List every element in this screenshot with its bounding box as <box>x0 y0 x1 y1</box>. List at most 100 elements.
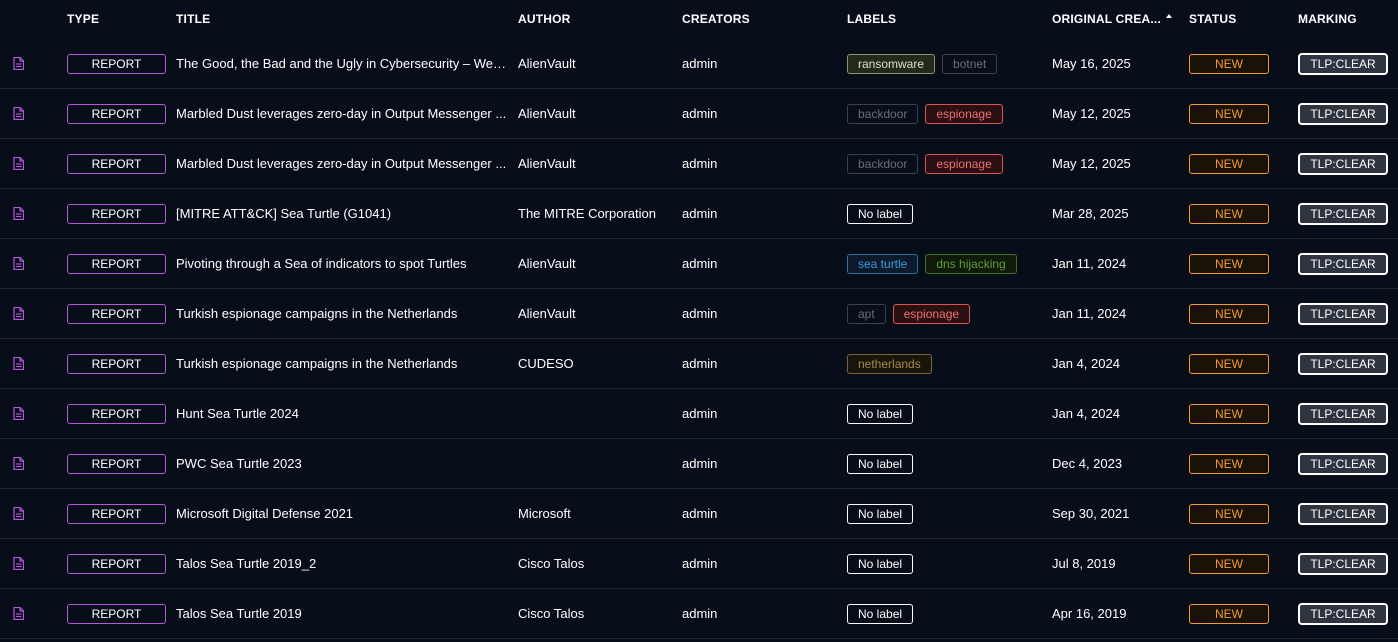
table-row[interactable]: REPORT The Good, the Bad and the Ugly in… <box>0 39 1398 89</box>
report-creator: admin <box>682 156 718 171</box>
sort-ascending-icon[interactable] <box>1166 14 1172 18</box>
column-header-type[interactable]: TYPE <box>67 12 99 26</box>
label-chip: No label <box>847 404 914 424</box>
column-header-status[interactable]: STATUS <box>1189 12 1236 26</box>
original-creation-date: Jan 4, 2024 <box>1052 356 1120 371</box>
report-author: The MITRE Corporation <box>518 206 656 221</box>
table-header: TYPE TITLE AUTHOR CREATORS LABELS ORIGIN… <box>0 0 1398 38</box>
report-creator: admin <box>682 356 718 371</box>
status-badge: NEW <box>1189 54 1269 74</box>
report-title: Talos Sea Turtle 2019_2 <box>176 556 317 571</box>
label-chip: apt <box>847 304 886 324</box>
report-creator: admin <box>682 506 718 521</box>
labels-list: No label <box>847 204 914 224</box>
original-creation-date: May 12, 2025 <box>1052 106 1131 121</box>
report-author: Microsoft <box>518 506 571 521</box>
status-badge: NEW <box>1189 454 1269 474</box>
column-header-author[interactable]: AUTHOR <box>518 12 571 26</box>
report-title: [MITRE ATT&CK] Sea Turtle (G1041) <box>176 206 392 221</box>
report-creator: admin <box>682 56 718 71</box>
file-document-icon <box>13 57 24 70</box>
report-creator: admin <box>682 256 718 271</box>
status-badge: NEW <box>1189 154 1269 174</box>
table-row[interactable]: REPORT Talos Sea Turtle 2019_2 Cisco Tal… <box>0 539 1398 589</box>
label-chip: espionage <box>892 304 971 324</box>
marking-badge: TLP:CLEAR <box>1298 353 1388 375</box>
report-creator: admin <box>682 306 718 321</box>
type-badge: REPORT <box>67 504 166 524</box>
marking-badge: TLP:CLEAR <box>1298 453 1388 475</box>
file-document-icon <box>13 107 24 120</box>
status-badge: NEW <box>1189 554 1269 574</box>
labels-list: apt espionage <box>847 304 971 324</box>
original-creation-date: Apr 16, 2019 <box>1052 606 1127 621</box>
labels-list: No label <box>847 404 914 424</box>
status-badge: NEW <box>1189 104 1269 124</box>
file-document-icon <box>13 207 24 220</box>
original-creation-date: Jan 11, 2024 <box>1052 306 1127 321</box>
type-badge: REPORT <box>67 604 166 624</box>
column-header-creators[interactable]: CREATORS <box>682 12 750 26</box>
label-chip: espionage <box>925 154 1003 174</box>
column-header-marking[interactable]: MARKING <box>1298 12 1357 26</box>
report-author: AlienVault <box>518 56 576 71</box>
file-document-icon <box>13 407 24 420</box>
type-badge: REPORT <box>67 454 166 474</box>
label-chip: netherlands <box>847 354 932 374</box>
column-header-title[interactable]: TITLE <box>176 12 210 26</box>
marking-badge: TLP:CLEAR <box>1298 603 1388 625</box>
column-header-original-creation[interactable]: ORIGINAL CREA... <box>1052 12 1161 26</box>
status-badge: NEW <box>1189 404 1269 424</box>
original-creation-date: Dec 4, 2023 <box>1052 456 1123 471</box>
report-creator: admin <box>682 556 718 571</box>
type-badge: REPORT <box>67 404 166 424</box>
labels-list: backdoor espionage <box>847 104 1003 124</box>
labels-list: No label <box>847 504 914 524</box>
type-badge: REPORT <box>67 554 166 574</box>
file-document-icon <box>13 257 24 270</box>
report-title: Turkish espionage campaigns in the Nethe… <box>176 306 458 321</box>
column-header-labels[interactable]: LABELS <box>847 12 896 26</box>
table-row[interactable]: REPORT [MITRE ATT&CK] Sea Turtle (G1041)… <box>0 189 1398 239</box>
table-row[interactable]: REPORT Microsoft Digital Defense 2021 Mi… <box>0 489 1398 539</box>
table-row[interactable]: REPORT Marbled Dust leverages zero-day i… <box>0 139 1398 189</box>
label-chip: backdoor <box>847 154 919 174</box>
file-document-icon <box>13 557 24 570</box>
file-document-icon <box>13 357 24 370</box>
table-row[interactable]: REPORT Marbled Dust leverages zero-day i… <box>0 89 1398 139</box>
file-document-icon <box>13 457 24 470</box>
status-badge: NEW <box>1189 204 1269 224</box>
labels-list: ransomware botnet <box>847 54 998 74</box>
marking-badge: TLP:CLEAR <box>1298 503 1388 525</box>
report-creator: admin <box>682 106 718 121</box>
table-row[interactable]: REPORT Turkish espionage campaigns in th… <box>0 289 1398 339</box>
table-row[interactable]: REPORT PWC Sea Turtle 2023 admin No labe… <box>0 439 1398 489</box>
original-creation-date: Jan 4, 2024 <box>1052 406 1120 421</box>
status-badge: NEW <box>1189 254 1269 274</box>
report-creator: admin <box>682 456 718 471</box>
type-badge: REPORT <box>67 354 166 374</box>
table-row[interactable]: REPORT Talos Sea Turtle 2019 Cisco Talos… <box>0 589 1398 639</box>
table-row[interactable]: REPORT Hunt Sea Turtle 2024 admin No lab… <box>0 389 1398 439</box>
marking-badge: TLP:CLEAR <box>1298 203 1388 225</box>
label-chip: espionage <box>925 104 1003 124</box>
original-creation-date: Jul 8, 2019 <box>1052 556 1116 571</box>
report-title: The Good, the Bad and the Ugly in Cybers… <box>176 56 509 71</box>
original-creation-date: May 16, 2025 <box>1052 56 1131 71</box>
table-row[interactable]: REPORT Turkish espionage campaigns in th… <box>0 339 1398 389</box>
type-badge: REPORT <box>67 104 166 124</box>
labels-list: No label <box>847 454 914 474</box>
report-title: Hunt Sea Turtle 2024 <box>176 406 299 421</box>
table-row[interactable]: REPORT Pivoting through a Sea of indicat… <box>0 239 1398 289</box>
labels-list: No label <box>847 604 914 624</box>
marking-badge: TLP:CLEAR <box>1298 103 1388 125</box>
label-chip: No label <box>847 604 914 624</box>
label-chip: ransomware <box>847 54 936 74</box>
file-document-icon <box>13 607 24 620</box>
original-creation-date: Mar 28, 2025 <box>1052 206 1129 221</box>
report-title: Microsoft Digital Defense 2021 <box>176 506 354 521</box>
type-badge: REPORT <box>67 254 166 274</box>
labels-list: netherlands <box>847 354 932 374</box>
report-title: Talos Sea Turtle 2019 <box>176 606 302 621</box>
type-badge: REPORT <box>67 304 166 324</box>
